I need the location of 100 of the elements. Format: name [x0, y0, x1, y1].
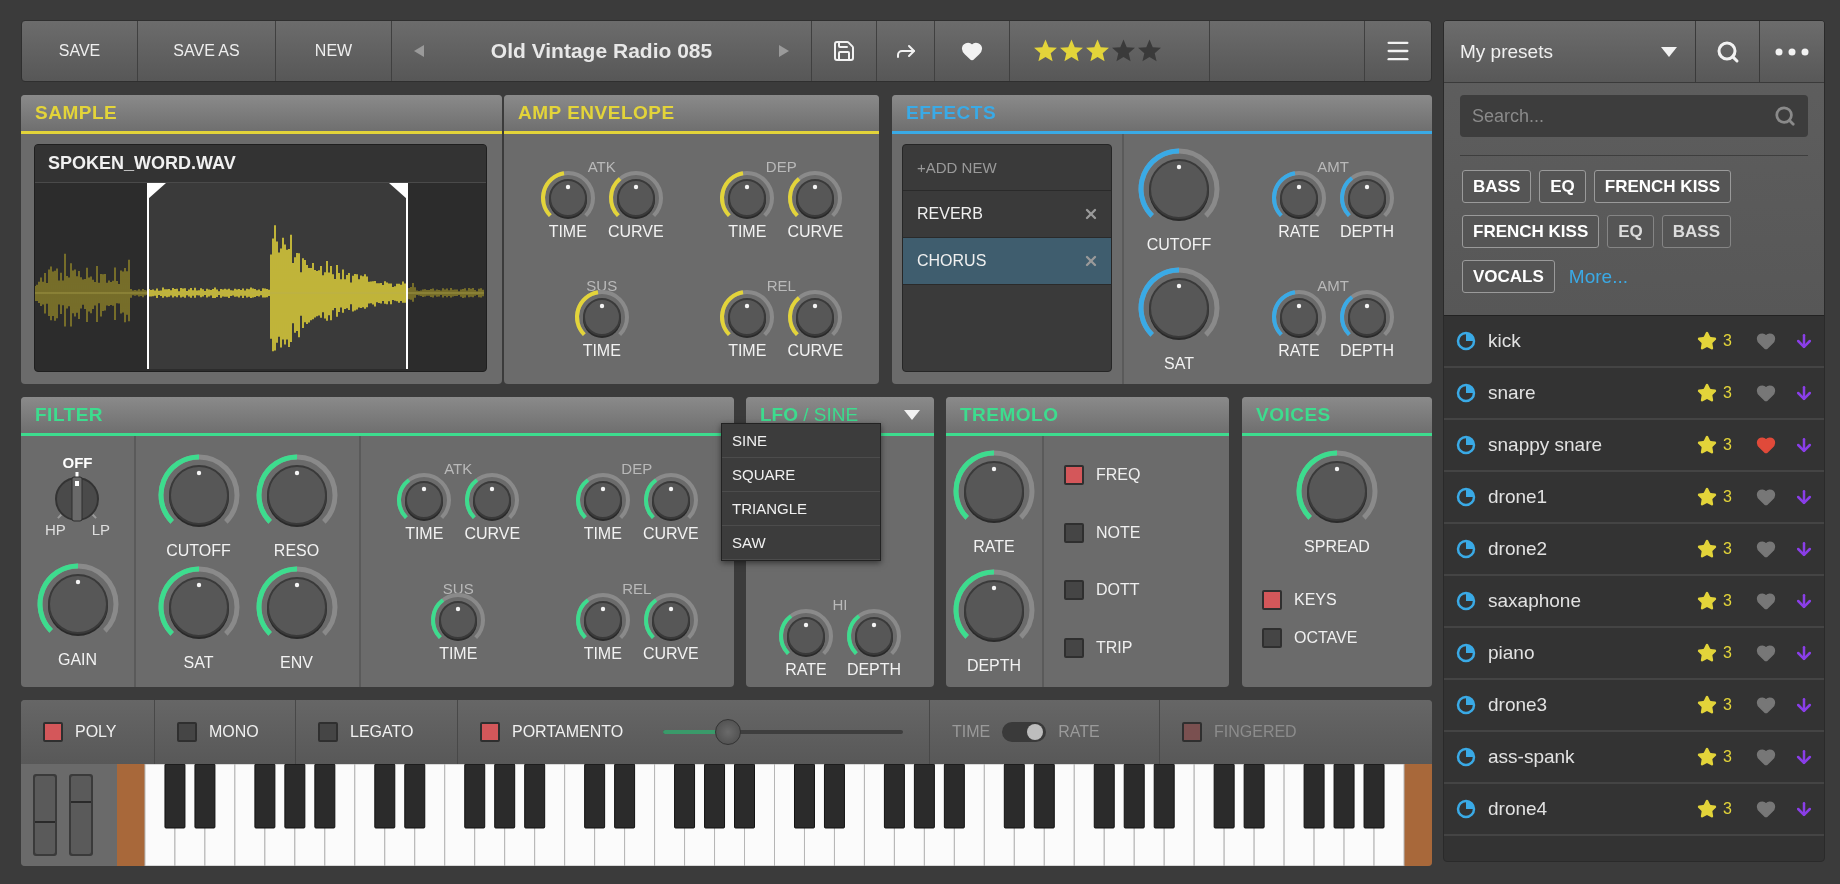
heart-icon[interactable]: [1756, 487, 1776, 507]
download-icon[interactable]: [1794, 383, 1814, 403]
group-label: AMT: [1317, 158, 1349, 175]
rating: 3: [1723, 696, 1732, 714]
heart-icon[interactable]: [1756, 747, 1776, 767]
knob-label: RATE: [785, 661, 827, 679]
heart-icon[interactable]: [1756, 331, 1776, 351]
preset-row[interactable]: saxaphone 3: [1444, 576, 1824, 628]
checkbox-label: LEGATO: [350, 723, 414, 741]
tag-chip[interactable]: BASS: [1661, 215, 1732, 248]
checkbox-label: OCTAVE: [1294, 629, 1358, 647]
heart-icon[interactable]: [1756, 695, 1776, 715]
tag-chip[interactable]: VOCALS: [1462, 260, 1555, 293]
effect-item[interactable]: CHORUS: [903, 238, 1111, 285]
knob-label: CUTOFF: [1146, 235, 1212, 254]
knob-label: DEPTH: [966, 657, 1022, 676]
preset-name: piano: [1488, 642, 1536, 664]
heart-icon[interactable]: [1756, 591, 1776, 611]
checkbox[interactable]: [480, 722, 500, 742]
checkbox[interactable]: [1064, 464, 1084, 485]
star-rating[interactable]: [1033, 39, 1162, 63]
checkbox[interactable]: [1262, 628, 1282, 648]
group-label: DEP: [621, 460, 653, 478]
preset-name: drone4: [1488, 798, 1549, 820]
tag-chip[interactable]: BASS: [1462, 170, 1532, 203]
rating: 3: [1723, 644, 1732, 662]
preset-row[interactable]: drone4 3: [1444, 784, 1824, 836]
star-icon: [1697, 643, 1718, 663]
toggle-switch[interactable]: [1002, 722, 1047, 742]
heart-icon[interactable]: [1756, 383, 1776, 403]
pie-chart-icon: [1456, 591, 1476, 611]
pie-chart-icon: [1456, 643, 1476, 663]
heart-icon[interactable]: [1756, 643, 1776, 663]
rating: 3: [1723, 540, 1732, 558]
preset-row[interactable]: ass-spank 3: [1444, 732, 1824, 784]
checkbox[interactable]: [1064, 522, 1084, 543]
preset-row[interactable]: drone1 3: [1444, 472, 1824, 524]
close-icon[interactable]: [1083, 206, 1099, 222]
close-icon[interactable]: [1083, 253, 1099, 269]
menu-item[interactable]: SQUARE: [722, 458, 880, 492]
switch-label[interactable]: LP: [91, 520, 111, 538]
menu-item[interactable]: TRIANGLE: [722, 492, 880, 526]
star-icon: [1697, 799, 1718, 819]
caret-icon: [1661, 46, 1677, 57]
star-icon: [1697, 331, 1718, 351]
download-icon[interactable]: [1794, 539, 1814, 559]
download-icon[interactable]: [1794, 643, 1814, 663]
download-icon[interactable]: [1794, 435, 1814, 455]
checkbox-label: DOTT: [1096, 581, 1140, 600]
group-label: ATK: [587, 158, 616, 175]
piano-keyboard-drawing[interactable]: [117, 764, 1432, 866]
tag-chip[interactable]: FRENCH KISS: [1462, 215, 1600, 248]
tag-chip[interactable]: FRENCH KISS: [1593, 170, 1732, 203]
checkbox[interactable]: [177, 722, 197, 742]
more-icon: [1775, 47, 1809, 56]
add-new-button[interactable]: +ADD NEW: [903, 145, 1111, 191]
checkbox-label: MONO: [209, 723, 259, 741]
switch-label[interactable]: OFF: [62, 453, 93, 471]
knob-label: TIME: [583, 525, 622, 544]
preset-row[interactable]: piano 3: [1444, 628, 1824, 680]
toolbar-button[interactable]: NEW: [276, 21, 392, 81]
heart-icon[interactable]: [1756, 539, 1776, 559]
heart-icon[interactable]: [1756, 435, 1776, 455]
download-icon[interactable]: [1794, 591, 1814, 611]
download-icon[interactable]: [1794, 331, 1814, 351]
pie-chart-icon: [1456, 331, 1476, 351]
checkbox[interactable]: [1064, 580, 1084, 601]
knob-label: CURVE: [607, 223, 664, 241]
star-icon: [1697, 383, 1718, 403]
star-icon: [1033, 39, 1058, 63]
checkbox[interactable]: [43, 722, 63, 742]
panel-title: LFO / SINE: [760, 404, 859, 426]
effect-name: REVERB: [917, 205, 983, 223]
heart-icon[interactable]: [1756, 799, 1776, 819]
star-icon: [1137, 39, 1162, 63]
group-label: REL: [622, 579, 652, 597]
preset-row[interactable]: drone3 3: [1444, 680, 1824, 732]
toolbar-button[interactable]: SAVE AS: [138, 21, 276, 81]
toolbar-button[interactable]: SAVE: [22, 21, 138, 81]
slider-thumb[interactable]: [714, 719, 741, 745]
download-icon[interactable]: [1794, 799, 1814, 819]
menu-item[interactable]: SAW: [722, 526, 880, 560]
preset-row[interactable]: kick 3: [1444, 316, 1824, 368]
checkbox[interactable]: [1064, 638, 1084, 659]
search-field[interactable]: Search...: [1460, 95, 1808, 137]
preset-row[interactable]: drone2 3: [1444, 524, 1824, 576]
download-icon[interactable]: [1794, 747, 1814, 767]
heart-icon: [961, 40, 983, 62]
checkbox[interactable]: [318, 722, 338, 742]
tag-chip[interactable]: EQ: [1539, 170, 1586, 203]
download-icon[interactable]: [1794, 487, 1814, 507]
pie-chart-icon: [1456, 747, 1476, 767]
preset-row[interactable]: snare 3: [1444, 368, 1824, 420]
checkbox[interactable]: [1262, 590, 1282, 610]
switch-label[interactable]: HP: [44, 520, 66, 538]
download-icon[interactable]: [1794, 695, 1814, 715]
knob-label: DEPTH: [1339, 342, 1395, 360]
menu-item[interactable]: SINE: [722, 424, 880, 458]
preset-row[interactable]: snappy snare 3: [1444, 420, 1824, 472]
tag-chip[interactable]: EQ: [1607, 215, 1654, 248]
